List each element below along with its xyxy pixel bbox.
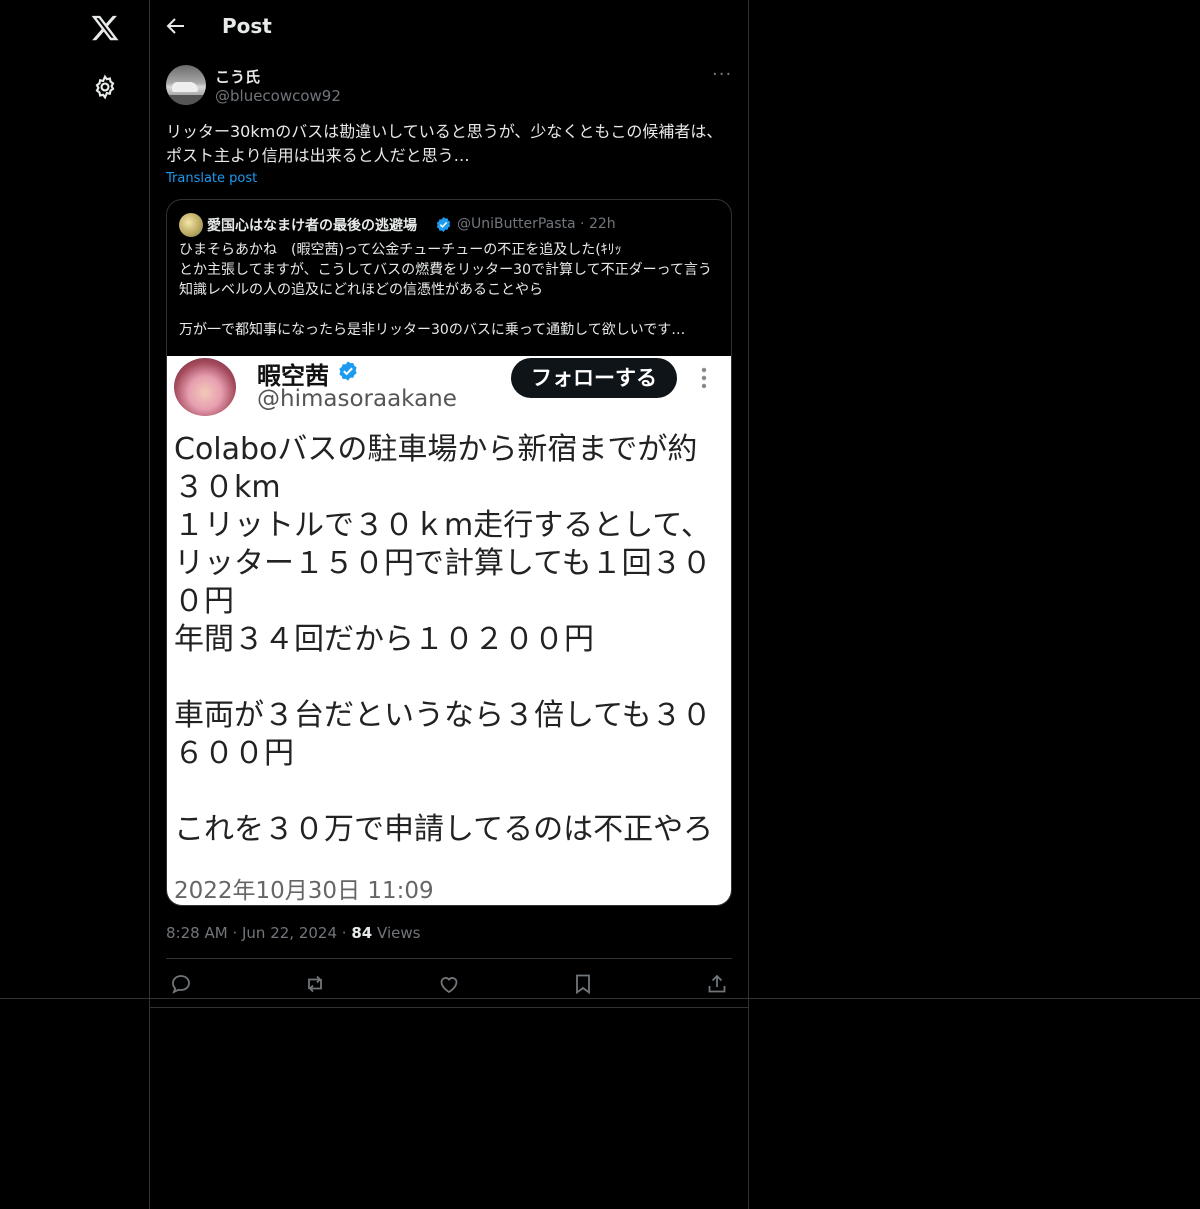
arrow-left-icon[interactable] xyxy=(164,14,188,38)
screenshot-follow-button: フォローする xyxy=(511,358,677,398)
author-name[interactable]: こう氏 xyxy=(215,66,260,87)
x-logo-icon[interactable] xyxy=(90,13,120,43)
verified-badge-icon xyxy=(435,216,452,233)
views-count: 84 xyxy=(351,924,373,942)
verified-badge-icon xyxy=(337,360,359,382)
more-options-button[interactable]: ··· xyxy=(712,66,734,84)
separator-dot: · xyxy=(580,216,585,232)
quote-author-name: 愛国心はなまけ者の最後の逃避場 xyxy=(207,218,417,234)
separator-dot: · xyxy=(341,924,347,942)
like-icon[interactable] xyxy=(437,972,461,996)
quote-avatar[interactable] xyxy=(179,213,203,237)
bookmark-icon[interactable] xyxy=(571,972,595,996)
screenshot-avatar xyxy=(174,358,236,416)
screenshot-date: 2022年10月30日 11:09 xyxy=(174,878,434,904)
separator-dot: · xyxy=(232,924,238,942)
quote-text: ひまそらあかね (暇空茜)って公金チューチューの不正を追及した(ｷﾘｯ とか主張… xyxy=(179,242,712,338)
divider xyxy=(0,998,1200,999)
translate-post-link[interactable]: Translate post xyxy=(166,171,257,186)
screenshot-author-handle: @himasoraakane xyxy=(257,386,457,412)
post-time[interactable]: 8:28 AM xyxy=(166,924,228,942)
share-icon[interactable] xyxy=(705,972,729,996)
post-date[interactable]: Jun 22, 2024 xyxy=(242,924,337,942)
views-label: Views xyxy=(377,924,421,942)
post-text: リッター30kmのバスは勘違いしていると思うが、少なくともこの候補者は、ポスト主… xyxy=(166,122,723,165)
more-vertical-icon xyxy=(698,364,710,392)
post-meta: 8:28 AM · Jun 22, 2024 · 84 Views xyxy=(166,924,420,942)
quote-author-handle: @UniButterPasta xyxy=(457,216,576,232)
quote-age: 22h xyxy=(588,216,616,232)
left-nav xyxy=(0,0,149,1209)
page-title: Post xyxy=(222,14,272,38)
divider xyxy=(149,1007,748,1008)
gear-icon[interactable] xyxy=(92,74,118,100)
avatar[interactable] xyxy=(166,65,206,105)
divider xyxy=(166,958,732,959)
quote-handle-line: @UniButterPasta · 22h xyxy=(457,216,616,232)
reply-icon[interactable] xyxy=(169,972,193,996)
repost-icon[interactable] xyxy=(303,972,327,996)
author-handle[interactable]: @bluecowcow92 xyxy=(215,87,341,105)
quoted-post[interactable]: 愛国心はなまけ者の最後の逃避場 @UniButterPasta · 22h ひま… xyxy=(166,199,732,906)
screenshot-body-text: Colaboバスの駐車場から新宿までが約３０km １リットルで３０ｋm走行すると… xyxy=(174,432,714,847)
quote-image[interactable]: 暇空茜 @himasoraakane フォローする Colaboバスの駐車場から… xyxy=(167,356,731,905)
